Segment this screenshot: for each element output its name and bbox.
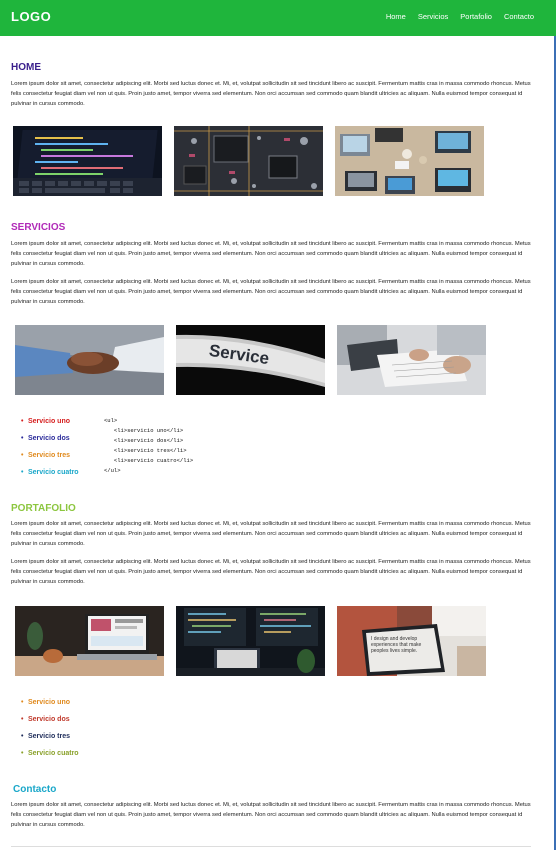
nav-home-link[interactable]: Home xyxy=(386,12,406,21)
top-navbar: LOGO Home Servicios Portafolio Contacto xyxy=(0,0,556,36)
portafolio-list-item: Servicio dos xyxy=(21,716,79,733)
servicios-list-item: Servicio tres xyxy=(21,452,79,469)
tablet-design-image: I design and develop experiences that ma… xyxy=(337,606,486,676)
portafolio-heading: PORTAFOLIO xyxy=(11,503,76,514)
service-sign-image: Service xyxy=(176,325,325,395)
servicios-paragraph-2: Lorem ipsum dolor sit amet, consectetur … xyxy=(11,279,531,305)
contacto-paragraph: Lorem ipsum dolor sit amet, consectetur … xyxy=(11,802,531,828)
portafolio-list-item: Servicio uno xyxy=(21,699,79,716)
servicios-list-item: Servicio dos xyxy=(21,435,79,452)
portafolio-list: Servicio uno Servicio dos Servicio tres … xyxy=(21,699,79,767)
code-editor-image xyxy=(13,126,162,196)
nav-portafolio-link[interactable]: Portafolio xyxy=(460,12,492,21)
servicios-paragraph-1: Lorem ipsum dolor sit amet, consectetur … xyxy=(11,241,531,267)
laptop-desk-image xyxy=(15,606,164,676)
servicios-list: Servicio uno Servicio dos Servicio tres … xyxy=(21,418,79,486)
nav-servicios-link[interactable]: Servicios xyxy=(418,12,448,21)
portafolio-list-item: Servicio cuatro xyxy=(21,750,79,767)
main-nav: Home Servicios Portafolio Contacto xyxy=(386,12,534,21)
servicios-heading: SERVICIOS xyxy=(11,222,66,233)
portafolio-paragraph-2: Lorem ipsum dolor sit amet, consectetur … xyxy=(11,559,531,585)
portafolio-list-item: Servicio tres xyxy=(21,733,79,750)
footer-divider xyxy=(11,846,531,847)
contacto-heading: Contacto xyxy=(13,784,57,795)
portafolio-paragraph-1: Lorem ipsum dolor sit amet, consectetur … xyxy=(11,521,531,547)
handshake-image xyxy=(15,325,164,395)
tablet-screen-text: I design and develop experiences that ma… xyxy=(371,636,422,654)
home-paragraph: Lorem ipsum dolor sit amet, consectetur … xyxy=(11,81,531,107)
home-heading: HOME xyxy=(11,62,41,73)
html-code-snippet: <ul> <li>servicio uno</li> <li>servicio … xyxy=(104,417,194,474)
paperwork-image xyxy=(337,325,486,395)
servicios-list-item: Servicio uno xyxy=(21,418,79,435)
logo[interactable]: LOGO xyxy=(11,9,51,24)
dual-monitor-code-image xyxy=(176,606,325,676)
servicios-list-item: Servicio cuatro xyxy=(21,469,79,486)
nav-contacto-link[interactable]: Contacto xyxy=(504,12,534,21)
team-desk-image xyxy=(335,126,484,196)
circuit-board-image xyxy=(174,126,323,196)
